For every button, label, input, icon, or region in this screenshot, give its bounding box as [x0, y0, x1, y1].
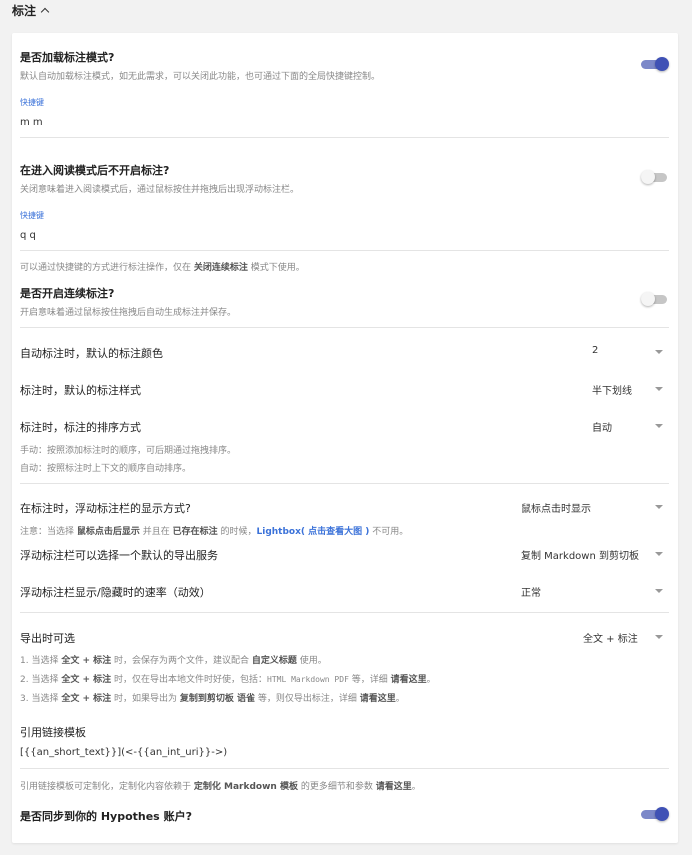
export-opt-select[interactable]: 全文 + 标注 [583, 630, 638, 645]
sort-mode-select[interactable]: 自动 [592, 419, 612, 434]
divider [20, 612, 669, 613]
divider [20, 768, 669, 769]
citation-template-input[interactable]: [{{an_short_text}}](<-{{an_int_uri}}->) [20, 747, 227, 758]
chevron-down-icon[interactable] [655, 635, 663, 639]
see-here-link[interactable]: 请看这里 [391, 675, 427, 685]
chevron-down-icon[interactable] [655, 589, 663, 593]
continuous-desc: 开启意味着通过鼠标按住拖拽后自动生成标注并保存。 [20, 308, 237, 318]
chevron-down-icon[interactable] [655, 387, 663, 391]
float-display-note: 注意：当选择 鼠标点击后显示 并且在 已存在标注 的时候，Lightbox( 点… [20, 527, 409, 537]
auto-color-select[interactable]: 2 [592, 345, 598, 356]
citation-title: 引用链接模板 [20, 726, 86, 739]
reading-mode-desc: 关闭意味着进入阅读模式后，通过鼠标按住并拖拽后出现浮动标注栏。 [20, 185, 300, 195]
speed-title: 浮动标注栏显示/隐藏时的速率（动效） [20, 586, 211, 599]
export-opt-title: 导出时可选 [20, 632, 75, 645]
reading-mode-title: 在进入阅读模式后不开启标注? [20, 164, 170, 177]
divider [20, 137, 669, 138]
reading-mode-shortcut-label: 快捷键 [20, 211, 44, 220]
continuous-toggle[interactable] [641, 292, 669, 306]
export-opt-note-2: 2. 当选择 全文 + 标注 时，仅在导出本地文件时好使，包括：HTML Mar… [20, 675, 436, 685]
export-service-title: 浮动标注栏可以选择一个默认的导出服务 [20, 549, 218, 562]
export-opt-note-1: 1. 当选择 全文 + 标注 时，会保存为两个文件，建议配合 自定义标题 使用。 [20, 656, 327, 666]
shortcut-note: 可以通过快捷键的方式进行标注操作，仅在 关闭连续标注 模式下使用。 [20, 263, 305, 273]
speed-select[interactable]: 正常 [521, 584, 541, 599]
divider [20, 483, 669, 484]
citation-note: 引用链接模板可定制化，定制化内容依赖于 定制化 Markdown 模板 的更多细… [20, 782, 421, 792]
load-mode-toggle[interactable] [641, 57, 669, 71]
sort-mode-title: 标注时，标注的排序方式 [20, 421, 141, 434]
load-mode-title: 是否加载标注模式? [20, 51, 115, 64]
float-display-select[interactable]: 鼠标点击时显示 [521, 500, 591, 515]
sort-mode-desc-manual: 手动：按照添加标注时的顺序，可后期通过拖拽排序。 [20, 446, 237, 456]
auto-color-title: 自动标注时，默认的标注颜色 [20, 347, 163, 360]
custom-title-link[interactable]: 自定义标题 [252, 656, 297, 666]
chevron-down-icon[interactable] [655, 505, 663, 509]
divider [20, 250, 669, 251]
section-title: 标注 [12, 4, 37, 18]
default-style-select[interactable]: 半下划线 [592, 382, 632, 397]
continuous-title: 是否开启连续标注? [20, 287, 115, 300]
default-style-title: 标注时，默认的标注样式 [20, 384, 141, 397]
see-here-link[interactable]: 请看这里 [360, 694, 396, 704]
chevron-down-icon[interactable] [655, 350, 663, 354]
load-mode-shortcut-label: 快捷键 [20, 98, 44, 107]
export-service-select[interactable]: 复制 Markdown 到剪切板 [521, 547, 639, 562]
reading-mode-shortcut-input[interactable]: q q [20, 230, 36, 241]
section-header[interactable]: 标注 [12, 2, 50, 19]
settings-card: 是否加载标注模式? 默认自动加载标注模式，如无此需求，可以关闭此功能，也可通过下… [12, 33, 678, 843]
export-opt-note-3: 3. 当选择 全文 + 标注 时，如果导出为 复制到剪切板 语雀 等，则仅导出标… [20, 694, 405, 704]
chevron-down-icon[interactable] [655, 552, 663, 556]
reading-mode-toggle[interactable] [641, 170, 669, 184]
load-mode-shortcut-input[interactable]: m m [20, 117, 43, 128]
hypothes-title: 是否同步到你的 Hypothes 账户? [20, 810, 192, 823]
lightbox-link[interactable]: Lightbox( 点击查看大图 ) [257, 527, 370, 537]
chevron-down-icon[interactable] [655, 424, 663, 428]
see-here-link[interactable]: 请看这里 [376, 782, 412, 792]
divider [20, 327, 669, 328]
hypothes-toggle[interactable] [641, 807, 669, 821]
chevron-up-icon[interactable] [40, 7, 50, 17]
load-mode-desc: 默认自动加载标注模式，如无此需求，可以关闭此功能，也可通过下面的全局快捷键控制。 [20, 72, 381, 82]
sort-mode-desc-auto: 自动：按照标注时上下文的顺序自动排序。 [20, 464, 192, 474]
float-display-title: 在标注时，浮动标注栏的显示方式? [20, 502, 191, 515]
